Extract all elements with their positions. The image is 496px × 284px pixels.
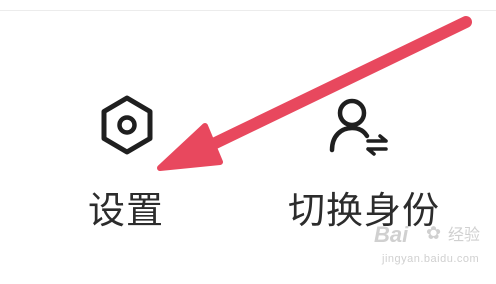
watermark-suffix: 经验 [448, 225, 481, 244]
top-divider [0, 10, 496, 11]
switch-identity-button[interactable]: 切换身份 [270, 80, 450, 240]
paw-icon: ✿ [426, 223, 442, 244]
watermark-logo: Bai [374, 222, 409, 247]
menu-panel: 设置 切换身份 Bai ✿ 经验 jingyan.baidu.com [0, 0, 496, 284]
settings-button[interactable]: 设置 [70, 80, 190, 240]
settings-label: 设置 [88, 189, 164, 232]
watermark-url: jingyan.baidu.com [382, 253, 480, 265]
baidu-jingyan-watermark: Bai ✿ 经验 jingyan.baidu.com [372, 222, 488, 272]
settings-icon [96, 94, 158, 156]
switch-user-icon [328, 94, 394, 160]
